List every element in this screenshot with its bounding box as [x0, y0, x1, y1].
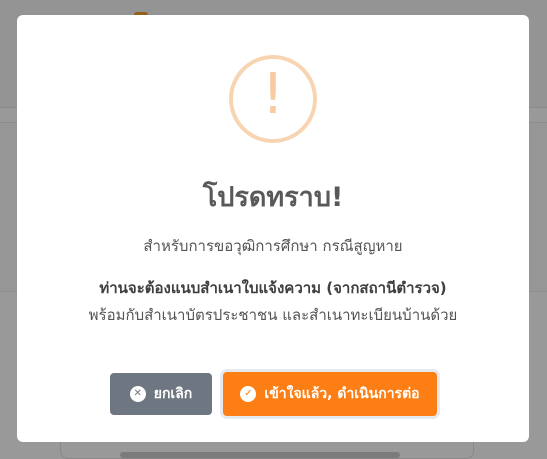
- confirm-button[interactable]: ✓ เข้าใจแล้ว, ดำเนินการต่อ: [223, 372, 437, 416]
- cancel-button-label: ยกเลิก: [153, 386, 193, 402]
- dialog-title: โปรดทราบ!: [202, 182, 344, 213]
- check-circle-icon: ✓: [240, 386, 257, 402]
- times-circle-icon: ✕: [129, 386, 146, 402]
- exclamation-mark: !: [261, 62, 285, 127]
- dialog-message-line2: ท่านจะต้องแนบสำเนาใบแจ้งความ (จากสถานีตำ…: [99, 279, 447, 297]
- dialog-message-line1: สำหรับการขอวุฒิการศึกษา กรณีสูญหาย: [143, 237, 403, 255]
- cancel-button[interactable]: ✕ ยกเลิก: [110, 373, 212, 415]
- dialog-message-line3: พร้อมกับสำเนาบัตรประชาชน และสำเนาทะเบียน…: [88, 306, 458, 324]
- alert-dialog: ! โปรดทราบ! สำหรับการขอวุฒิการศึกษา กรณี…: [17, 15, 529, 442]
- exclamation-circle-icon: !: [229, 55, 317, 143]
- confirm-button-label: เข้าใจแล้ว, ดำเนินการต่อ: [264, 386, 420, 402]
